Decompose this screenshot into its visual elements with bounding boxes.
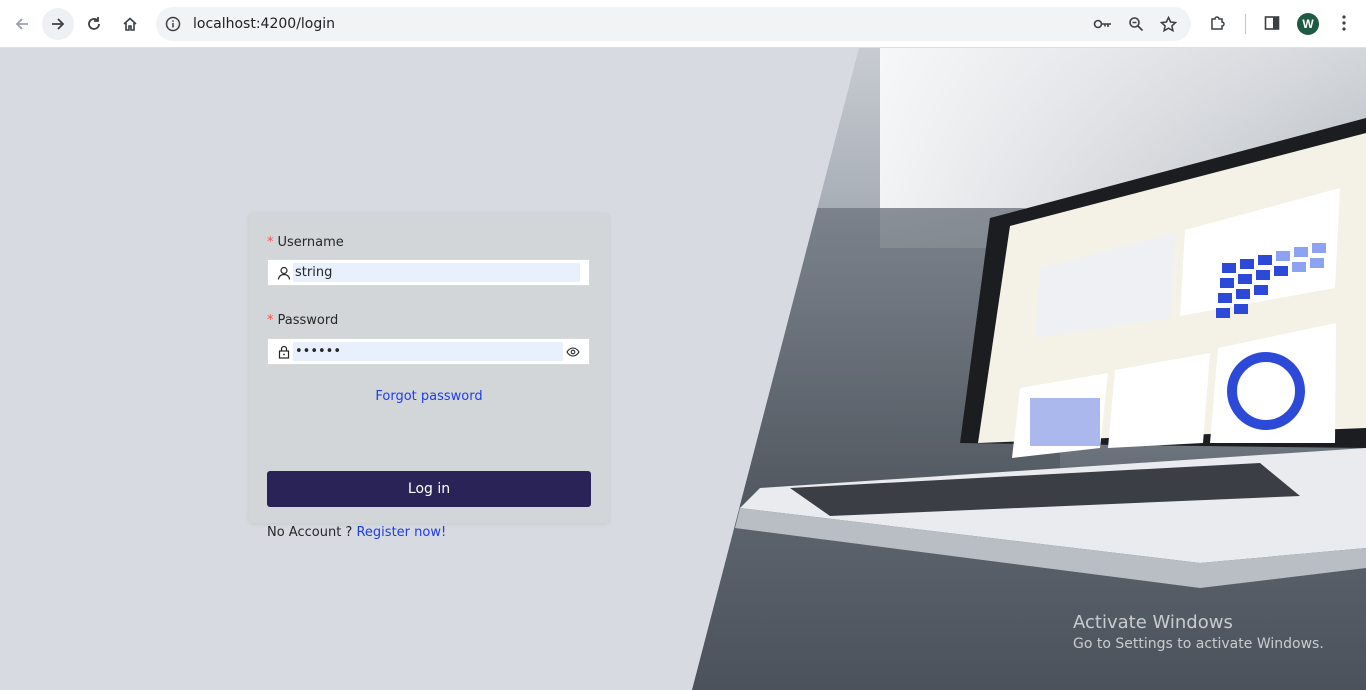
arrow-right-icon (52, 18, 65, 30)
arrow-left-icon (15, 18, 28, 30)
password-label-text: Password (277, 313, 339, 328)
user-icon (277, 266, 291, 280)
username-label-text: Username (277, 235, 344, 250)
required-mark: * (267, 313, 274, 328)
browser-toolbar: localhost:4200/login W (0, 0, 1366, 48)
login-button[interactable]: Log in (267, 471, 591, 507)
password-field[interactable]: •••••• (267, 338, 590, 365)
extensions-icon[interactable] (1207, 12, 1229, 34)
username-label: * Username (267, 235, 344, 250)
no-account-text: No Account ? (267, 525, 353, 540)
reload-button[interactable] (78, 8, 110, 40)
watermark-title: Activate Windows (1073, 612, 1233, 633)
hero-laptop-image: Activate Windows Go to Settings to activ… (692, 48, 1366, 690)
laptop-illustration (735, 118, 1366, 588)
username-field[interactable]: string (267, 259, 590, 286)
forward-button[interactable] (42, 8, 74, 40)
menu-kebab-icon[interactable] (1333, 12, 1355, 34)
login-page: Activate Windows Go to Settings to activ… (0, 48, 1366, 690)
url-text: localhost:4200/login (193, 16, 336, 32)
login-card: * Username string * Password •••••• Forgot… (249, 213, 609, 540)
zoom-icon[interactable] (1126, 15, 1146, 33)
password-value: •••••• (293, 342, 563, 361)
eye-icon[interactable] (566, 345, 580, 359)
profile-avatar[interactable]: W (1297, 13, 1319, 35)
address-bar[interactable]: localhost:4200/login (156, 7, 1191, 41)
forgot-password-link[interactable]: Forgot password (249, 389, 609, 404)
password-key-icon[interactable] (1093, 15, 1113, 33)
register-prompt: No Account ? Register now! (267, 525, 446, 540)
toolbar-divider (1245, 14, 1246, 34)
password-label: * Password (267, 313, 338, 328)
watermark-subtitle: Go to Settings to activate Windows. (1073, 636, 1324, 652)
home-icon (123, 17, 137, 31)
site-info-icon[interactable] (164, 15, 182, 33)
register-link[interactable]: Register now! (356, 525, 446, 540)
back-button[interactable] (6, 8, 38, 40)
side-panel-icon[interactable] (1261, 12, 1283, 34)
reload-icon (88, 17, 100, 30)
username-value: string (293, 263, 580, 282)
bookmark-star-icon[interactable] (1158, 15, 1178, 33)
required-mark: * (267, 235, 274, 250)
windows-activation-watermark: Activate Windows Go to Settings to activ… (1073, 612, 1324, 652)
lock-icon (278, 345, 290, 359)
home-button[interactable] (114, 8, 146, 40)
